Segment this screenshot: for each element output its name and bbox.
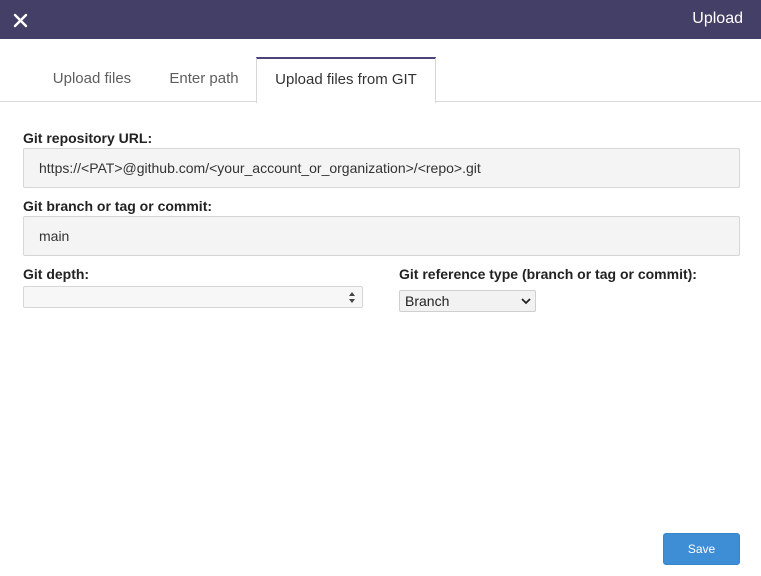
repo-url-label: Git repository URL: [23, 130, 153, 146]
tab-enter-path[interactable]: Enter path [152, 57, 256, 102]
chevron-down-icon [521, 298, 531, 305]
ref-type-select[interactable]: Branch [399, 290, 536, 312]
dialog-header: Upload [0, 0, 761, 39]
depth-number-input[interactable] [23, 286, 363, 308]
ref-type-label: Git reference type (branch or tag or com… [399, 266, 697, 282]
tab-upload-files[interactable]: Upload files [36, 57, 148, 102]
depth-label: Git depth: [23, 266, 90, 282]
spinner-arrows-icon[interactable] [348, 291, 356, 304]
tab-upload-files-from-git[interactable]: Upload files from GIT [256, 57, 436, 103]
branch-input[interactable]: main [23, 216, 740, 256]
tab-bar: Upload files Enter path Upload files fro… [0, 57, 761, 103]
repo-url-input[interactable]: https://<PAT>@github.com/<your_account_o… [23, 148, 740, 188]
close-icon[interactable] [10, 9, 32, 31]
ref-type-selected: Branch [405, 293, 450, 309]
branch-label: Git branch or tag or commit: [23, 198, 213, 214]
dialog-title: Upload [692, 10, 743, 27]
save-button[interactable]: Save [663, 533, 740, 565]
